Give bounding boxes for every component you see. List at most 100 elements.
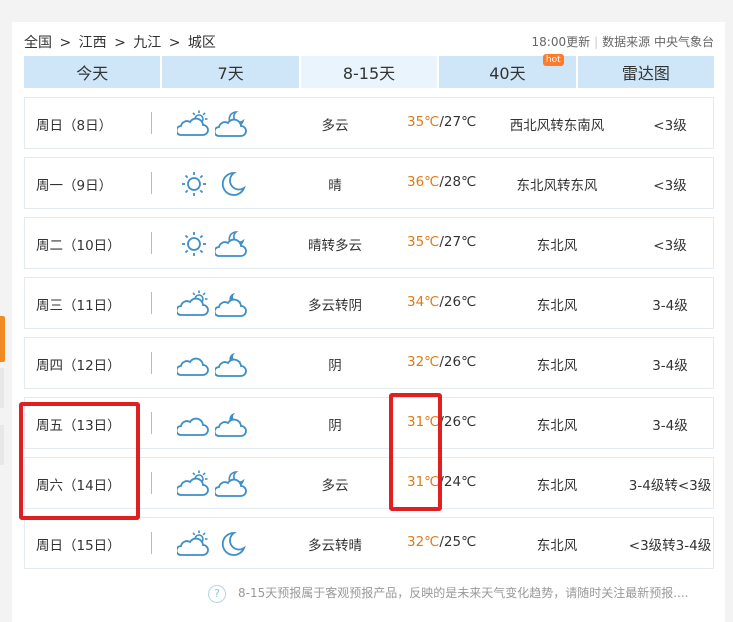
- cloudy-night-icon: [215, 231, 247, 257]
- header-bar: 全国 > 江西 > 九江 > 城区 18:00更新 | 数据来源 中央气象台: [24, 30, 714, 52]
- wind-level: 3-4级转<3级: [628, 478, 712, 494]
- tab-label: 雷达图: [621, 64, 670, 83]
- partly-cloudy-day-icon: [177, 470, 209, 496]
- tab-40days[interactable]: 40天 hot: [439, 54, 576, 88]
- tab-7days[interactable]: 7天: [162, 56, 299, 88]
- breadcrumb-item[interactable]: 九江: [133, 35, 161, 51]
- forecast-row[interactable]: 周二（10日） 晴转多云 35℃/27℃ 东北风 <3级: [24, 217, 714, 269]
- temp-low: /28℃: [439, 174, 477, 190]
- day-label: 周日（8日）: [36, 118, 113, 134]
- temperature: 36℃/28℃: [407, 174, 476, 190]
- wind-level: <3级: [653, 178, 687, 194]
- temp-high: 35℃: [407, 114, 440, 130]
- divider: [151, 352, 152, 374]
- footer-text: 8-15天预报属于客观预报产品，反映的是未来天气变化趋势，请随时关注最新预报..…: [238, 586, 689, 600]
- update-time: 18:00更新: [531, 35, 591, 49]
- temperature: 35℃/27℃: [407, 234, 476, 250]
- divider: [151, 412, 152, 434]
- cloud-icon: [177, 357, 209, 376]
- tab-bar: 今天 7天 8-15天 40天 hot 雷达图: [24, 54, 715, 88]
- overcast-night-icon: [215, 353, 247, 377]
- temp-low: /24℃: [439, 474, 477, 490]
- partly-cloudy-day-icon: [177, 530, 209, 556]
- question-icon[interactable]: ?: [208, 584, 226, 603]
- temp-high: 32℃: [407, 534, 440, 550]
- hot-badge: hot: [542, 54, 564, 66]
- divider: [151, 292, 152, 314]
- wind-direction: 东北风: [536, 538, 578, 554]
- forecast-row[interactable]: 周三（11日） 多云转阴 34℃/26℃ 东北风 3-4级: [24, 277, 714, 329]
- cloudy-night-icon: [215, 111, 247, 137]
- breadcrumb-item[interactable]: 全国: [24, 35, 52, 51]
- tab-label: 8-15天: [342, 64, 396, 83]
- breadcrumb-item[interactable]: 江西: [79, 35, 107, 51]
- wind-direction: 西北风转东南风: [509, 118, 605, 134]
- temperature: 32℃/25℃: [407, 534, 476, 550]
- annotation-box-days: [19, 402, 140, 520]
- temp-low: /26℃: [439, 294, 477, 310]
- overcast-night-icon: [215, 413, 247, 437]
- day-label: 周日（15日）: [36, 538, 121, 554]
- wind-direction: 东北风: [536, 478, 578, 494]
- breadcrumb: 全国 > 江西 > 九江 > 城区: [24, 32, 219, 52]
- forecast-row[interactable]: 周一（9日） 晴 36℃/28℃ 东北风转东风 <3级: [24, 157, 714, 209]
- day-label: 周二（10日）: [36, 238, 121, 254]
- breadcrumb-sep: >: [114, 35, 126, 51]
- weather-condition: 多云: [321, 478, 349, 494]
- wind-direction: 东北风: [536, 418, 578, 434]
- weather-condition: 阴: [328, 418, 342, 434]
- day-label: 周三（11日）: [36, 298, 121, 314]
- temp-high: 34℃: [407, 294, 440, 310]
- breadcrumb-sep: >: [59, 35, 72, 51]
- weather-condition: 多云转晴: [308, 538, 362, 554]
- wind-direction: 东北风: [536, 238, 578, 254]
- tab-today[interactable]: 今天: [24, 56, 161, 88]
- breadcrumb-sep: >: [168, 35, 181, 51]
- weather-condition: 晴: [328, 178, 342, 194]
- temp-low: /27℃: [439, 114, 477, 130]
- partly-cloudy-day-icon: [177, 110, 209, 136]
- wind-level: 3-4级: [652, 418, 688, 434]
- annotation-box-temps: [389, 393, 442, 511]
- forecast-row[interactable]: 周四（12日） 阴 32℃/26℃ 东北风 3-4级: [24, 337, 714, 389]
- forecast-row[interactable]: 周日（15日） 多云转晴 32℃/25℃ 东北风 <3级转3-4级: [24, 517, 714, 569]
- side-tab-active[interactable]: [0, 316, 5, 362]
- temp-high: 32℃: [407, 354, 440, 370]
- moon-icon: [221, 172, 246, 196]
- moon-icon: [221, 532, 246, 556]
- wind-direction: 东北风: [536, 358, 578, 374]
- day-label: 周四（12日）: [36, 358, 121, 374]
- wind-level: <3级转3-4级: [628, 538, 712, 554]
- weather-condition: 阴: [328, 358, 342, 374]
- day-label: 周一（9日）: [36, 178, 113, 194]
- tab-8-15days[interactable]: 8-15天: [300, 56, 438, 88]
- footer-note: ? 8-15天预报属于客观预报产品，反映的是未来天气变化趋势，请随时关注最新预报.…: [208, 584, 718, 603]
- cloud-icon: [177, 417, 209, 436]
- data-source: 数据来源 中央气象台: [602, 35, 714, 49]
- divider: [151, 532, 152, 554]
- weather-condition: 多云转阴: [308, 298, 362, 314]
- divider: [151, 472, 152, 494]
- tab-label: 今天: [76, 64, 109, 83]
- wind-level: 3-4级: [652, 358, 688, 374]
- sun-icon: [182, 172, 206, 196]
- tab-label: 7天: [217, 64, 244, 83]
- wind-direction: 东北风: [536, 298, 578, 314]
- tab-label: 40天: [489, 64, 526, 83]
- update-info: 18:00更新 | 数据来源 中央气象台: [532, 33, 714, 50]
- update-sep: |: [594, 35, 599, 49]
- side-tab[interactable]: [0, 368, 4, 408]
- partly-cloudy-day-icon: [177, 290, 209, 316]
- breadcrumb-item[interactable]: 城区: [188, 35, 216, 51]
- overcast-night-icon: [215, 293, 247, 317]
- side-tab[interactable]: [0, 425, 4, 465]
- tab-radar[interactable]: 雷达图: [577, 56, 715, 88]
- temperature: 34℃/26℃: [407, 294, 476, 310]
- divider: [151, 172, 152, 194]
- temp-high: 36℃: [407, 174, 440, 190]
- cloudy-night-icon: [215, 471, 247, 497]
- temperature: 35℃/27℃: [407, 114, 476, 130]
- temp-low: /25℃: [439, 534, 477, 550]
- wind-level: 3-4级: [652, 298, 688, 314]
- forecast-row[interactable]: 周日（8日） 多云 35℃/27℃ 西北风转东南风 <3级: [24, 97, 714, 149]
